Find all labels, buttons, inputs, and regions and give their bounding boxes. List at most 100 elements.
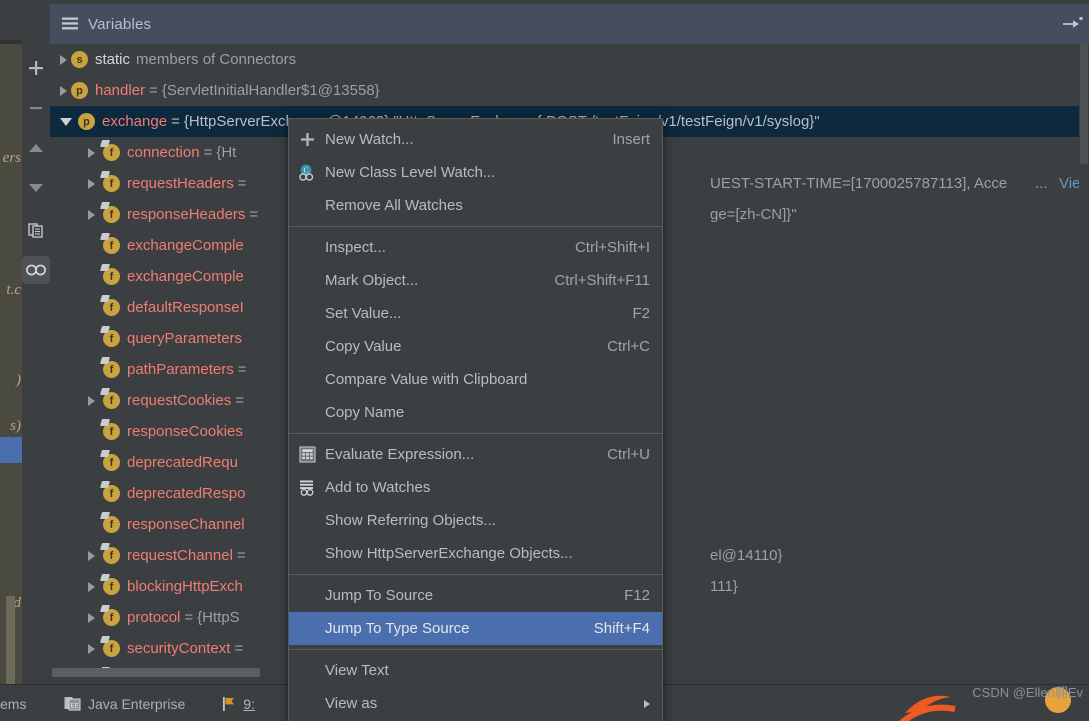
collapse-arrow-icon[interactable] — [60, 117, 72, 126]
menu-item-compare-value-with-clipboard[interactable]: Compare Value with Clipboard — [289, 363, 662, 396]
menu-item-evaluate-expression[interactable]: Evaluate Expression... Ctrl+U — [289, 438, 662, 471]
menu-item-new-class-level-watch[interactable]: C New Class Level Watch... — [289, 156, 662, 189]
menu-item-jump-to-source[interactable]: Jump To Source F12 — [289, 579, 662, 612]
editor-sliver-text: s) — [10, 418, 21, 434]
menu-item-copy-value[interactable]: Copy Value Ctrl+C — [289, 330, 662, 363]
menu-item-copy-name[interactable]: Copy Name — [289, 396, 662, 429]
expand-arrow-icon[interactable] — [88, 612, 95, 623]
menu-item-label: Mark Object... — [325, 272, 419, 289]
calculator-icon — [289, 446, 325, 463]
expand-arrow-icon[interactable] — [88, 209, 95, 220]
menu-item-show-referring-objects[interactable]: Show Referring Objects... — [289, 504, 662, 537]
vertical-scrollbar-thumb[interactable] — [1080, 44, 1088, 164]
field-badge-icon: f — [103, 237, 120, 254]
vertical-scrollbar[interactable] — [1079, 44, 1089, 668]
variable-name: handler — [95, 82, 146, 99]
badge-letter: f — [109, 611, 114, 624]
git-branch-label[interactable]: 9: — [243, 696, 255, 712]
menu-item-jump-to-type-source[interactable]: Jump To Type Source Shift+F4 — [289, 612, 662, 645]
menu-item-label: Inspect... — [325, 239, 386, 256]
collapse-panel-button[interactable] — [1061, 16, 1083, 32]
add-watch-button[interactable] — [22, 54, 50, 82]
glasses-icon — [26, 264, 46, 276]
variable-name: protocol — [127, 609, 181, 626]
equals-sign: = — [149, 82, 158, 99]
editor-sliver-topbar-shadow — [0, 40, 22, 44]
git-branch-icon — [223, 696, 235, 711]
badge-letter: f — [109, 146, 114, 159]
copy-button[interactable] — [22, 216, 50, 244]
menu-item-label-text: Evaluate Expression... — [325, 446, 475, 463]
expand-arrow-icon[interactable] — [88, 581, 95, 592]
badge-letter: f — [109, 549, 114, 562]
field-badge-icon: f — [103, 609, 120, 626]
equals-sign: = — [234, 640, 244, 657]
menu-item-shortcut: Ctrl+C — [607, 338, 650, 355]
editor-sliver-selection — [0, 437, 22, 463]
equals-sign: = — [203, 144, 213, 161]
expand-arrow-icon[interactable] — [88, 643, 95, 654]
menu-item-inspect[interactable]: Inspect... Ctrl+Shift+I — [289, 231, 662, 264]
menu-separator — [289, 574, 662, 575]
variable-name: static — [95, 51, 131, 68]
menu-item-shortcut: Shift+F4 — [593, 620, 650, 637]
variable-name: exchangeComple — [127, 268, 244, 285]
badge-letter: f — [109, 580, 114, 593]
badge-letter: f — [109, 208, 114, 221]
remove-watch-button[interactable] — [22, 94, 50, 122]
menu-item-set-value[interactable]: Set Value... F2 — [289, 297, 662, 330]
menu-item-label: View as — [325, 695, 378, 712]
badge-letter: f — [109, 394, 114, 407]
menu-item-shortcut: Ctrl+Shift+F11 — [554, 272, 650, 289]
badge-letter: f — [109, 301, 114, 314]
menu-item-mark-object[interactable]: Mark Object... Ctrl+Shift+F11 — [289, 264, 662, 297]
expand-arrow-icon[interactable] — [88, 550, 95, 561]
hamburger-menu-icon[interactable] — [62, 17, 78, 31]
variable-value-tail: el@14110} — [710, 547, 783, 564]
equals-sign: = — [249, 206, 259, 223]
badge-letter: f — [109, 456, 114, 469]
menu-item-add-to-watches[interactable]: Add to Watches — [289, 471, 662, 504]
variable-name: pathParameters — [127, 361, 234, 378]
badge-letter: f — [109, 177, 114, 190]
triangle-up-icon — [29, 144, 43, 152]
menu-item-shortcut: F12 — [624, 587, 650, 604]
expand-arrow-icon[interactable] — [60, 85, 67, 96]
table-row[interactable]: s static members of Connectors — [50, 44, 1089, 75]
expand-arrow-icon[interactable] — [88, 395, 95, 406]
copy-icon — [27, 222, 43, 238]
menu-item-show-httpserverexchange-objects[interactable]: Show HttpServerExchange Objects... — [289, 537, 662, 570]
editor-vertical-scrollbar[interactable] — [6, 596, 15, 688]
expand-arrow-icon[interactable] — [88, 147, 95, 158]
menu-item-label: Compare Value with Clipboard — [325, 371, 528, 388]
java-enterprise-status[interactable]: EE Java Enterprise — [64, 696, 185, 712]
expand-arrow-icon[interactable] — [88, 178, 95, 189]
move-up-button[interactable] — [22, 134, 50, 162]
collapse-panel-arrow-icon — [1063, 17, 1083, 28]
field-badge-icon: f — [103, 640, 120, 657]
git-branch-status[interactable]: 9: — [221, 696, 255, 712]
editor-sliver-topbar — [0, 0, 22, 40]
horizontal-scrollbar-thumb[interactable] — [52, 668, 260, 677]
variable-value-tail: ge=[zh-CN]}" — [710, 206, 797, 223]
menu-item-view-text[interactable]: View Text — [289, 654, 662, 687]
table-row[interactable]: p handler = {ServletInitialHandler$1@135… — [50, 75, 1089, 106]
menu-item-label: Jump To Source — [325, 587, 434, 604]
variable-name: deprecatedRequ — [127, 454, 238, 471]
menu-item-view-as[interactable]: View as — [289, 687, 662, 720]
move-down-button[interactable] — [22, 174, 50, 202]
field-badge-icon: f — [103, 144, 120, 161]
menu-item-new-watch[interactable]: New Watch... Insert — [289, 123, 662, 156]
field-badge-icon: f — [103, 299, 120, 316]
context-menu[interactable]: New Watch... Insert C New Class Level Wa… — [288, 118, 663, 721]
variable-name: requestHeaders — [127, 175, 234, 192]
java-ee-icon: EE — [64, 696, 81, 710]
variables-title-bar: Variables — [50, 4, 1089, 44]
expand-arrow-icon[interactable] — [60, 54, 67, 65]
field-badge-icon: f — [103, 392, 120, 409]
menu-item-remove-all-watches[interactable]: Remove All Watches — [289, 189, 662, 222]
equals-sign: = — [171, 113, 180, 130]
variable-name: connection — [127, 144, 200, 161]
toggle-watch-view-button[interactable] — [22, 256, 50, 284]
plus-icon — [29, 61, 43, 75]
